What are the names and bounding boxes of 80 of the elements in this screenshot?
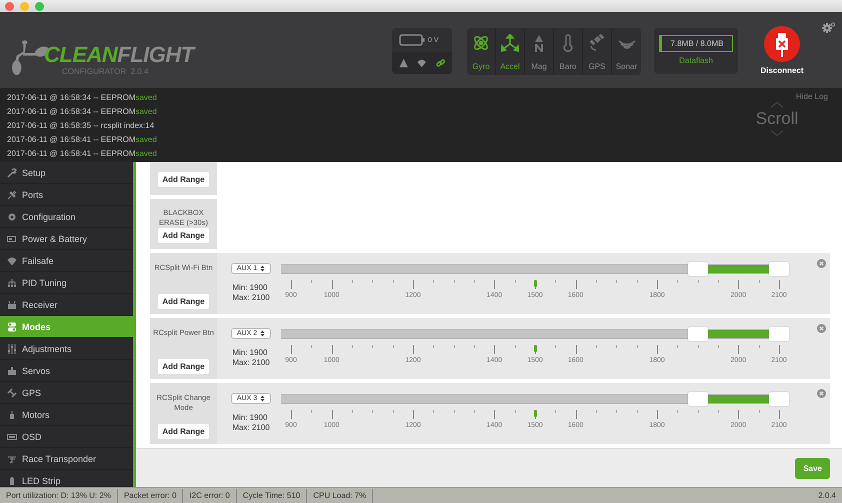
range-slider[interactable] (281, 326, 789, 342)
status-item: Packet error: 0 (118, 488, 184, 502)
sensor-indicator: Accel (496, 28, 525, 75)
sidebar-item[interactable]: Failsafe (0, 250, 133, 272)
updown-caret-icon (260, 265, 266, 272)
status-item: CPU Load: 7% (307, 488, 374, 502)
slider-handle[interactable] (769, 392, 789, 406)
version-label: 2.0.4 (818, 491, 837, 500)
sensor-indicator: Baro (554, 28, 583, 75)
status-item: I2C error: 0 (183, 488, 237, 502)
remove-icon[interactable] (817, 324, 826, 333)
add-range-button[interactable]: Add Range (158, 172, 209, 187)
log-entry: 2017-06-11 @ 16:58:41 -- EEPROMsaved (7, 148, 157, 160)
sidebar-item[interactable]: Servos (0, 360, 133, 382)
gear-icon (7, 212, 17, 222)
toggle-icon (7, 322, 17, 332)
sidebar-item[interactable]: Ports (0, 184, 133, 206)
slider-handle[interactable] (688, 392, 708, 406)
zoom-button[interactable] (35, 2, 44, 10)
settings-icon[interactable] (822, 22, 835, 33)
sidebar-item[interactable]: Power & Battery (0, 228, 133, 250)
range-min: Min: 1900 (232, 283, 268, 293)
range-max: Max: 2100 (232, 423, 270, 433)
range-max: Max: 2100 (232, 358, 270, 368)
battery-icon (399, 34, 425, 46)
sidebar-item[interactable]: Configuration (0, 206, 133, 228)
status-item: Port utilization: D: 13% U: 2% (0, 488, 118, 502)
minimize-button[interactable] (20, 2, 29, 10)
range-slider[interactable] (281, 261, 789, 277)
plug-icon (7, 190, 17, 200)
servo-icon (7, 366, 17, 376)
wrench-icon (7, 168, 17, 178)
sensor-indicator: Gyro (467, 28, 496, 75)
dataflash-label: Dataflash (679, 56, 713, 65)
chevron-down-icon (770, 130, 784, 136)
sensor-indicator: GPS (583, 28, 612, 75)
log-entry: 2017-06-11 @ 16:58:34 -- EEPROMsaved (7, 92, 157, 104)
add-range-button[interactable]: Add Range (158, 294, 209, 309)
add-range-button[interactable]: Add Range (158, 359, 209, 374)
slider-handle[interactable] (688, 262, 708, 276)
add-range-button[interactable]: Add Range (158, 424, 209, 439)
slider-handle[interactable] (688, 327, 708, 341)
status-item: Cycle Time: 510 (236, 488, 308, 502)
sidebar-item[interactable]: GPS (0, 382, 133, 404)
chevron-up-icon (770, 102, 784, 108)
log-entry: 2017-06-11 @ 16:58:35 -- rcsplit index:14 (7, 120, 154, 132)
slider-handle[interactable] (769, 262, 789, 276)
sliders-icon (7, 344, 17, 354)
log-entry: 2017-06-11 @ 16:58:41 -- EEPROMsaved (7, 134, 157, 146)
sidebar-item[interactable]: Race Transponder (0, 448, 133, 470)
antenna-icon (7, 454, 17, 464)
screen-icon (7, 432, 17, 442)
sidebar-item[interactable]: OSD (0, 426, 133, 448)
updown-caret-icon (260, 330, 266, 337)
sidebar-item[interactable]: Setup (0, 162, 133, 184)
bulb-icon (7, 476, 17, 486)
logo-wordmark: CLEANFLIGHT (44, 45, 194, 65)
sidebar-item[interactable]: Adjustments (0, 338, 133, 360)
sensor-indicator: Mag (525, 28, 554, 75)
motor-icon (7, 410, 17, 420)
close-button[interactable] (5, 2, 14, 10)
remove-icon[interactable] (817, 389, 826, 398)
dataflash-usage: 7.8MB / 8.0MB (659, 35, 733, 52)
remove-icon[interactable] (817, 259, 826, 268)
battery-icon (7, 234, 17, 244)
range-slider[interactable] (281, 391, 789, 407)
hierarchy-icon (7, 278, 17, 288)
range-min: Min: 1900 (232, 413, 268, 423)
slider-handle[interactable] (769, 327, 789, 341)
range-max: Max: 2100 (232, 293, 270, 303)
sidebar-item[interactable]: PID Tuning (0, 272, 133, 294)
sidebar-item[interactable]: Motors (0, 404, 133, 426)
range-min: Min: 1900 (232, 348, 268, 358)
parachute-icon (7, 256, 17, 266)
updown-caret-icon (260, 395, 266, 402)
log-entry: 2017-06-11 @ 16:58:34 -- EEPROMsaved (7, 106, 157, 118)
add-range-button[interactable]: Add Range (158, 228, 209, 243)
scroll-hint: Scroll (756, 109, 798, 129)
sensor-indicator: Sonar (612, 28, 641, 75)
receiver-icon (7, 300, 17, 310)
